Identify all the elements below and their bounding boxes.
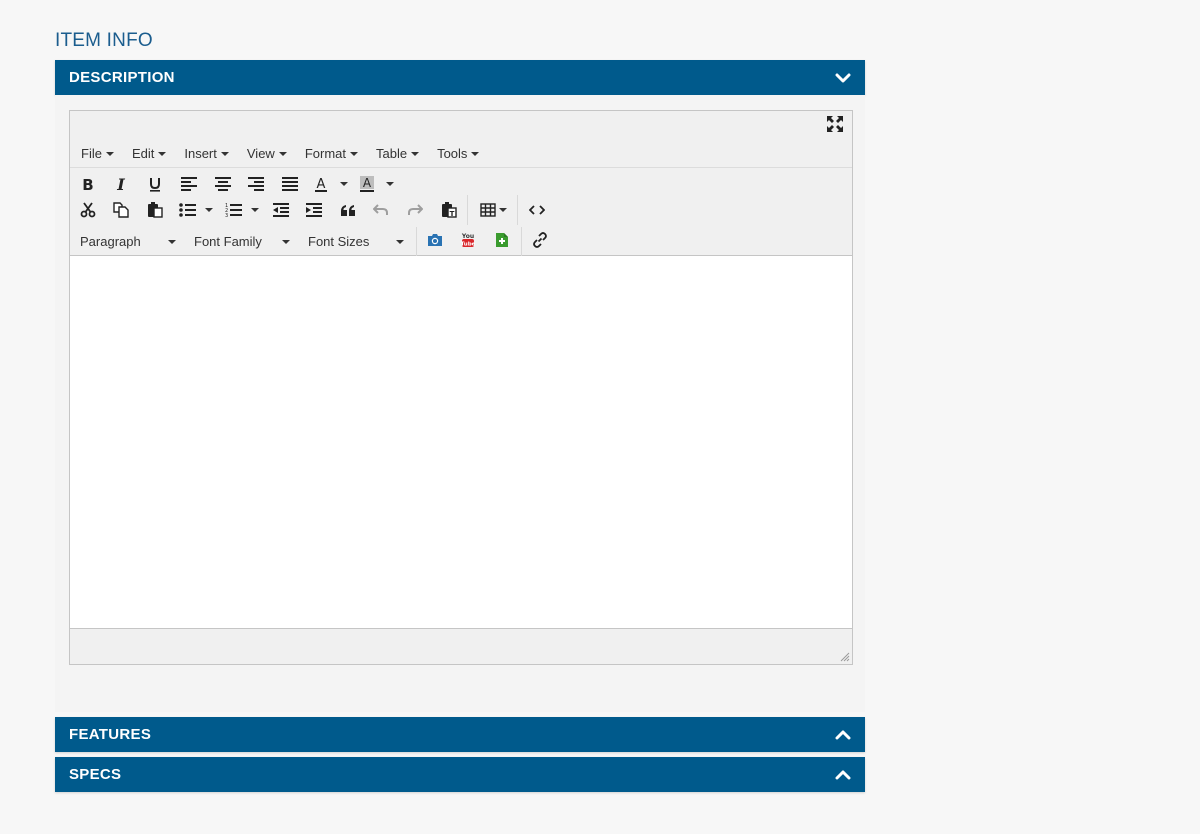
menu-table[interactable]: Table	[369, 141, 426, 165]
svg-text:A: A	[363, 176, 372, 190]
background-color-dropdown[interactable]	[386, 182, 394, 186]
undo-icon[interactable]	[370, 199, 392, 221]
paste-icon[interactable]	[144, 199, 166, 221]
block-format-select[interactable]: Paragraph	[70, 229, 180, 253]
chevron-down-icon	[835, 73, 851, 82]
toolbar-row-1: B I A A	[70, 171, 852, 197]
section-title: ITEM INFO	[55, 30, 153, 51]
chevron-up-icon	[835, 770, 851, 779]
text-color-dropdown[interactable]	[340, 182, 348, 186]
toolbar-separator	[517, 195, 518, 225]
camera-icon[interactable]	[424, 229, 446, 251]
toolbar-row-2: 123 T	[70, 195, 852, 225]
editor-menubar: File Edit Insert View Format Table Tools	[70, 139, 852, 168]
numbered-list-dropdown[interactable]	[251, 208, 259, 212]
bullet-list-icon[interactable]	[176, 199, 198, 221]
rich-text-editor: File Edit Insert View Format Table Tools…	[69, 110, 853, 665]
toolbar-row-3: Paragraph Font Family Font Sizes You Tube	[70, 227, 852, 257]
editor-content-area[interactable]	[70, 256, 852, 629]
menu-tools[interactable]: Tools	[430, 141, 486, 165]
bold-icon[interactable]: B	[77, 173, 99, 195]
redo-icon[interactable]	[404, 199, 426, 221]
font-size-select[interactable]: Font Sizes	[298, 229, 408, 253]
table-icon[interactable]	[477, 199, 499, 221]
panel-header-description[interactable]: DESCRIPTION	[55, 60, 865, 95]
svg-text:You: You	[461, 233, 474, 240]
table-dropdown[interactable]	[499, 208, 507, 212]
menu-view[interactable]: View	[240, 141, 294, 165]
outdent-icon[interactable]	[270, 199, 292, 221]
toolbar-separator	[521, 227, 522, 257]
align-right-icon[interactable]	[245, 173, 267, 195]
menu-insert[interactable]: Insert	[177, 141, 236, 165]
source-code-icon[interactable]	[526, 199, 548, 221]
align-left-icon[interactable]	[178, 173, 200, 195]
fullscreen-icon[interactable]	[826, 115, 844, 133]
svg-text:3: 3	[225, 213, 228, 218]
blockquote-icon[interactable]	[337, 199, 359, 221]
cut-icon[interactable]	[77, 199, 99, 221]
italic-icon[interactable]: I	[110, 173, 132, 195]
youtube-icon[interactable]: You Tube	[457, 229, 479, 251]
menu-format[interactable]: Format	[298, 141, 365, 165]
panel-header-features[interactable]: FEATURES	[55, 717, 865, 752]
svg-text:Tube: Tube	[461, 242, 476, 248]
numbered-list-icon[interactable]: 123	[222, 199, 244, 221]
editor-statusbar	[70, 628, 852, 664]
toolbar-separator	[467, 195, 468, 225]
background-color-icon[interactable]: A	[356, 173, 378, 195]
menu-edit[interactable]: Edit	[125, 141, 173, 165]
bullet-list-dropdown[interactable]	[205, 208, 213, 212]
resize-handle-icon[interactable]	[840, 652, 850, 662]
insert-document-icon[interactable]	[491, 229, 513, 251]
svg-text:B: B	[82, 176, 93, 192]
toolbar-separator	[416, 227, 417, 257]
svg-text:I: I	[116, 176, 125, 192]
panel-header-specs[interactable]: SPECS	[55, 757, 865, 792]
copy-icon[interactable]	[110, 199, 132, 221]
panel-title-specs: SPECS	[69, 766, 122, 783]
panel-title-description: DESCRIPTION	[69, 69, 175, 86]
text-color-icon[interactable]: A	[310, 173, 332, 195]
align-justify-icon[interactable]	[279, 173, 301, 195]
menu-file[interactable]: File	[74, 141, 121, 165]
link-icon[interactable]	[529, 229, 551, 251]
panel-title-features: FEATURES	[69, 726, 152, 743]
svg-text:A: A	[317, 177, 326, 192]
chevron-up-icon	[835, 730, 851, 739]
indent-icon[interactable]	[303, 199, 325, 221]
paste-text-icon[interactable]: T	[438, 199, 460, 221]
editor-toolbar-area: File Edit Insert View Format Table Tools…	[70, 111, 852, 257]
svg-text:T: T	[450, 210, 455, 218]
underline-icon[interactable]	[144, 173, 166, 195]
font-family-select[interactable]: Font Family	[184, 229, 294, 253]
align-center-icon[interactable]	[212, 173, 234, 195]
